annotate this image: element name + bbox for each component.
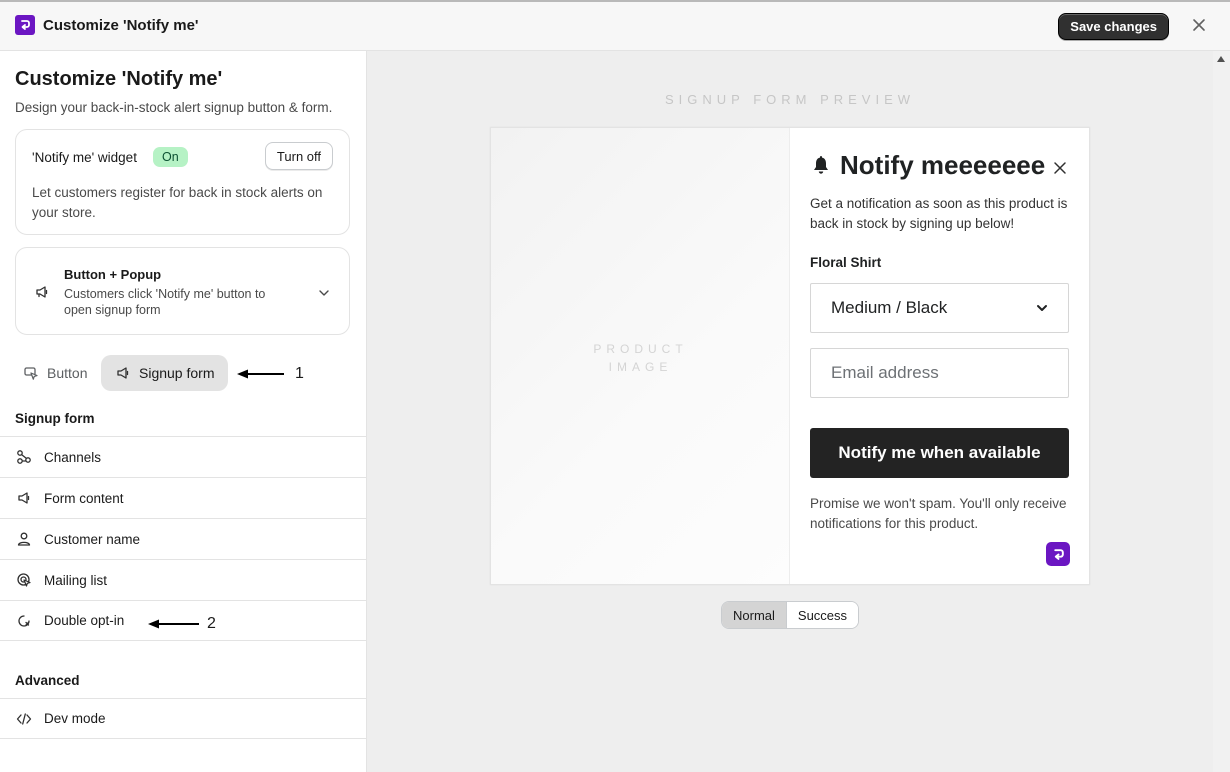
megaphone-icon [117,367,129,379]
tab-button[interactable]: Button [15,355,99,391]
widget-status-card: 'Notify me' widget On Turn off Let custo… [15,129,350,235]
advanced-section-title: Advanced [15,673,80,688]
widget-description: Let customers register for back in stock… [32,185,323,220]
tab-signup-form[interactable]: Signup form [101,355,228,391]
sidebar-item-label: Mailing list [44,572,108,588]
tab-button-label: Button [47,365,88,381]
close-icon[interactable] [1053,161,1067,175]
sidebar-subtitle: Design your back-in-stock alert signup b… [15,100,333,115]
megaphone-icon [34,284,50,300]
variant-select[interactable]: Medium / Black [810,283,1069,333]
arrow-left-icon [237,369,284,379]
status-badge: On [153,147,188,167]
scrollbar[interactable] [1213,51,1230,772]
email-field[interactable] [810,348,1069,398]
save-changes-button[interactable]: Save changes [1058,13,1169,40]
toggle-success[interactable]: Success [786,602,859,628]
product-image-text: IMAGE [608,360,673,374]
sidebar-item-form-content[interactable]: Form content [0,477,366,518]
code-icon [16,712,32,725]
modal-header: Customize 'Notify me' Save changes [0,0,1230,51]
display-mode-description: Customers click 'Notify me' button to op… [64,287,266,317]
sidebar-title: Customize 'Notify me' [15,68,223,90]
sidebar-item-channels[interactable]: Channels [0,436,366,477]
widget-label: 'Notify me' widget [32,150,137,165]
chevron-down-icon [317,286,331,300]
annotation-number: 1 [295,365,304,382]
product-image-text: PRODUCT [593,342,688,356]
display-mode-title: Button + Popup [64,267,162,282]
sidebar-item-label: Form content [44,490,124,506]
tab-signup-form-label: Signup form [139,365,215,381]
annotation-number: 2 [207,615,216,632]
sidebar-item-label: Dev mode [44,711,106,726]
advanced-nav-list: Dev mode [0,698,366,739]
target-icon [17,573,31,587]
spam-note: Promise we won't spam. You'll only recei… [810,496,1067,531]
preview-area: SIGNUP FORM PREVIEW PRODUCT IMAGE Notify… [367,51,1213,772]
preview-label: SIGNUP FORM PREVIEW [664,92,916,107]
megaphone-icon [18,492,30,504]
header-title: Customize 'Notify me' [43,16,199,34]
close-icon[interactable] [1190,16,1208,34]
sidebar-item-customer-name[interactable]: Customer name [0,518,366,559]
chevron-down-icon [1037,305,1047,311]
preview-state-toggle: Normal Success [721,601,860,629]
sidebar-item-label: Double opt-in [44,613,125,628]
variant-value: Medium / Black [831,298,948,317]
sidebar-item-dev-mode[interactable]: Dev mode [0,698,366,739]
signup-section-title: Signup form [15,411,95,426]
arrow-left-icon [148,619,199,629]
channels-icon [17,450,31,464]
person-icon [17,532,31,546]
toggle-normal[interactable]: Normal [722,602,787,628]
turn-off-button[interactable]: Turn off [264,142,333,170]
product-image-placeholder: PRODUCT IMAGE [491,128,790,584]
app-logo-icon [15,15,35,35]
sidebar-item-mailing-list[interactable]: Mailing list [0,559,366,600]
sidebar-item-label: Customer name [44,531,141,547]
signup-form-preview: PRODUCT IMAGE Notify meeeeeee Get a noti… [490,127,1090,585]
refresh-icon [18,614,30,627]
brand-logo-icon [1046,542,1070,566]
signup-nav-list: Channels Form content Customer name Mail… [0,436,366,641]
display-mode-card[interactable]: Button + Popup Customers click 'Notify m… [15,247,350,335]
product-name: Floral Shirt [810,255,882,270]
scroll-up-arrow-icon[interactable] [1217,56,1225,62]
form-title: Notify meeeeeee [840,150,1046,180]
form-description: Get a notification as soon as this produ… [810,196,1068,231]
sidebar-item-label: Channels [44,449,102,465]
bell-icon [810,155,832,177]
sidebar: Customize 'Notify me' Design your back-i… [0,51,367,772]
cursor-click-icon [24,367,38,380]
notify-me-button[interactable]: Notify me when available [810,428,1069,478]
